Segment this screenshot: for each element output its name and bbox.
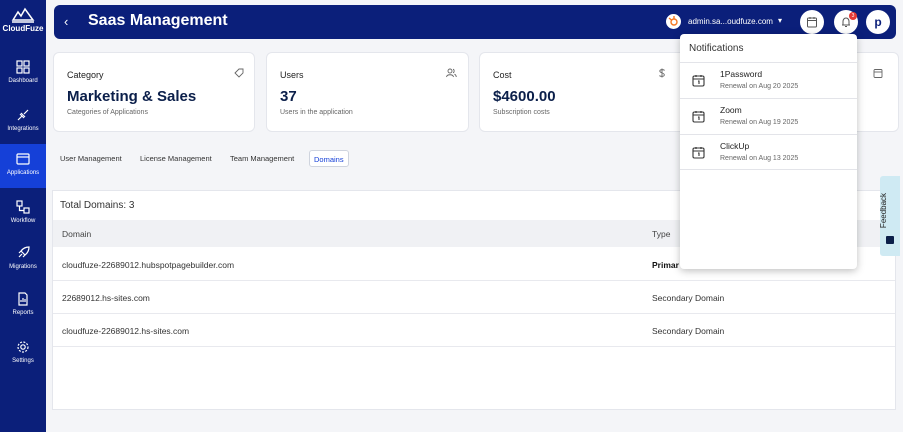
avatar[interactable]: p [866,10,890,34]
sidebar-item-workflow[interactable]: Workflow [0,192,46,236]
card-label: Cost [493,70,512,80]
notifications-button[interactable]: 3 [834,10,858,34]
chevron-down-icon[interactable]: ▾ [778,16,782,25]
domain-cell: 22689012.hs-sites.com [62,293,150,303]
account-name[interactable]: admin.sa...oudfuze.com [688,17,773,26]
notification-renewal-date: Renewal on Aug 19 2025 [720,119,799,126]
type-cell: Secondary Domain [652,293,725,303]
cloudfuze-logo-icon [11,7,35,23]
logo-text: CloudFuze [2,24,44,33]
calendar-icon [692,147,705,159]
notifications-dropdown: Notifications 1Password Renewal on Aug 2… [680,34,857,269]
dollar-icon [659,68,665,78]
page-title: Saas Management [88,12,228,29]
domain-cell: cloudfuze-22689012.hs-sites.com [62,326,190,336]
back-button[interactable]: ‹ [64,14,68,29]
card-subtitle: Subscription costs [493,109,550,116]
card-subtitle: Users in the application [280,109,353,116]
notification-item[interactable]: 1Password Renewal on Aug 20 2025 [680,62,857,98]
feedback-tab[interactable]: Feedback [879,176,900,256]
calendar-button[interactable] [800,10,824,34]
sidebar-item-label: Workflow [10,218,36,224]
tab-license-management[interactable]: License Management [136,150,216,167]
card-subtitle: Categories of Applications [67,109,148,116]
column-header-domain[interactable]: Domain [62,229,91,239]
notification-item[interactable]: Zoom Renewal on Aug 19 2025 [680,98,857,134]
table-row[interactable]: 22689012.hs-sites.com Secondary Domain [53,281,895,314]
sidebar-item-label: Dashboard [8,78,38,84]
total-domains: Total Domains: 3 [60,200,135,211]
card-value: Marketing & Sales [67,88,197,105]
tab-domains[interactable]: Domains [309,150,349,167]
sidebar-item-label: Settings [12,358,34,364]
card-label: Category [67,70,104,80]
notification-renewal-date: Renewal on Aug 20 2025 [720,83,799,90]
sidebar-item-label: Applications [6,170,40,176]
sidebar-item-label: Migrations [9,264,37,270]
domain-cell: cloudfuze-22689012.hubspotpagebuilder.co… [62,260,235,270]
notification-app-name: Zoom [720,105,742,115]
feedback-label: Feedback [879,192,889,229]
calendar-icon [873,69,883,78]
card-label: Users [280,70,304,80]
notification-renewal-date: Renewal on Aug 13 2025 [720,155,799,162]
tab-team-management[interactable]: Team Management [226,150,298,167]
sidebar-item-settings[interactable]: Settings [0,332,46,376]
calendar-icon [692,75,705,87]
plug-icon [17,109,29,121]
sidebar-item-applications[interactable]: Applications [0,144,46,188]
hubspot-icon [666,14,681,29]
type-cell: Primar [652,260,679,270]
notifications-title: Notifications [689,43,744,54]
sidebar-item-label: Integrations [7,126,39,132]
sidebar-item-integrations[interactable]: Integrations [0,100,46,144]
sidebar-item-reports[interactable]: Reports [0,284,46,328]
notification-item[interactable]: ClickUp Renewal on Aug 13 2025 [680,134,857,170]
divider [680,169,857,170]
tag-icon [234,68,244,78]
report-icon [18,292,28,306]
rocket-icon [18,246,30,258]
table-row[interactable]: cloudfuze-22689012.hs-sites.com Secondar… [53,314,895,347]
grid-icon [16,60,30,74]
calendar-icon [807,17,817,28]
card-value: 37 [280,88,297,105]
workflow-icon [16,200,30,214]
tab-user-management[interactable]: User Management [56,150,126,167]
sidebar-item-label: Reports [12,310,34,316]
notification-count-badge: 3 [849,12,857,20]
users-icon [446,68,457,78]
window-icon [16,153,30,165]
calendar-icon [692,111,705,123]
sidebar-item-dashboard[interactable]: Dashboard [0,52,46,96]
logo[interactable]: CloudFuze [0,6,46,40]
gear-icon [17,341,29,353]
card-value: $4600.00 [493,88,556,105]
users-card: Users 37 Users in the application [266,52,469,132]
sidebar-item-migrations[interactable]: Migrations [0,238,46,282]
notification-app-name: 1Password [720,69,763,79]
notification-app-name: ClickUp [720,141,750,151]
sidebar: CloudFuze Dashboard Integrations Applica… [0,0,46,432]
column-header-type[interactable]: Type [652,229,670,239]
category-card: Category Marketing & Sales Categories of… [53,52,255,132]
feedback-icon [886,236,894,244]
type-cell: Secondary Domain [652,326,725,336]
